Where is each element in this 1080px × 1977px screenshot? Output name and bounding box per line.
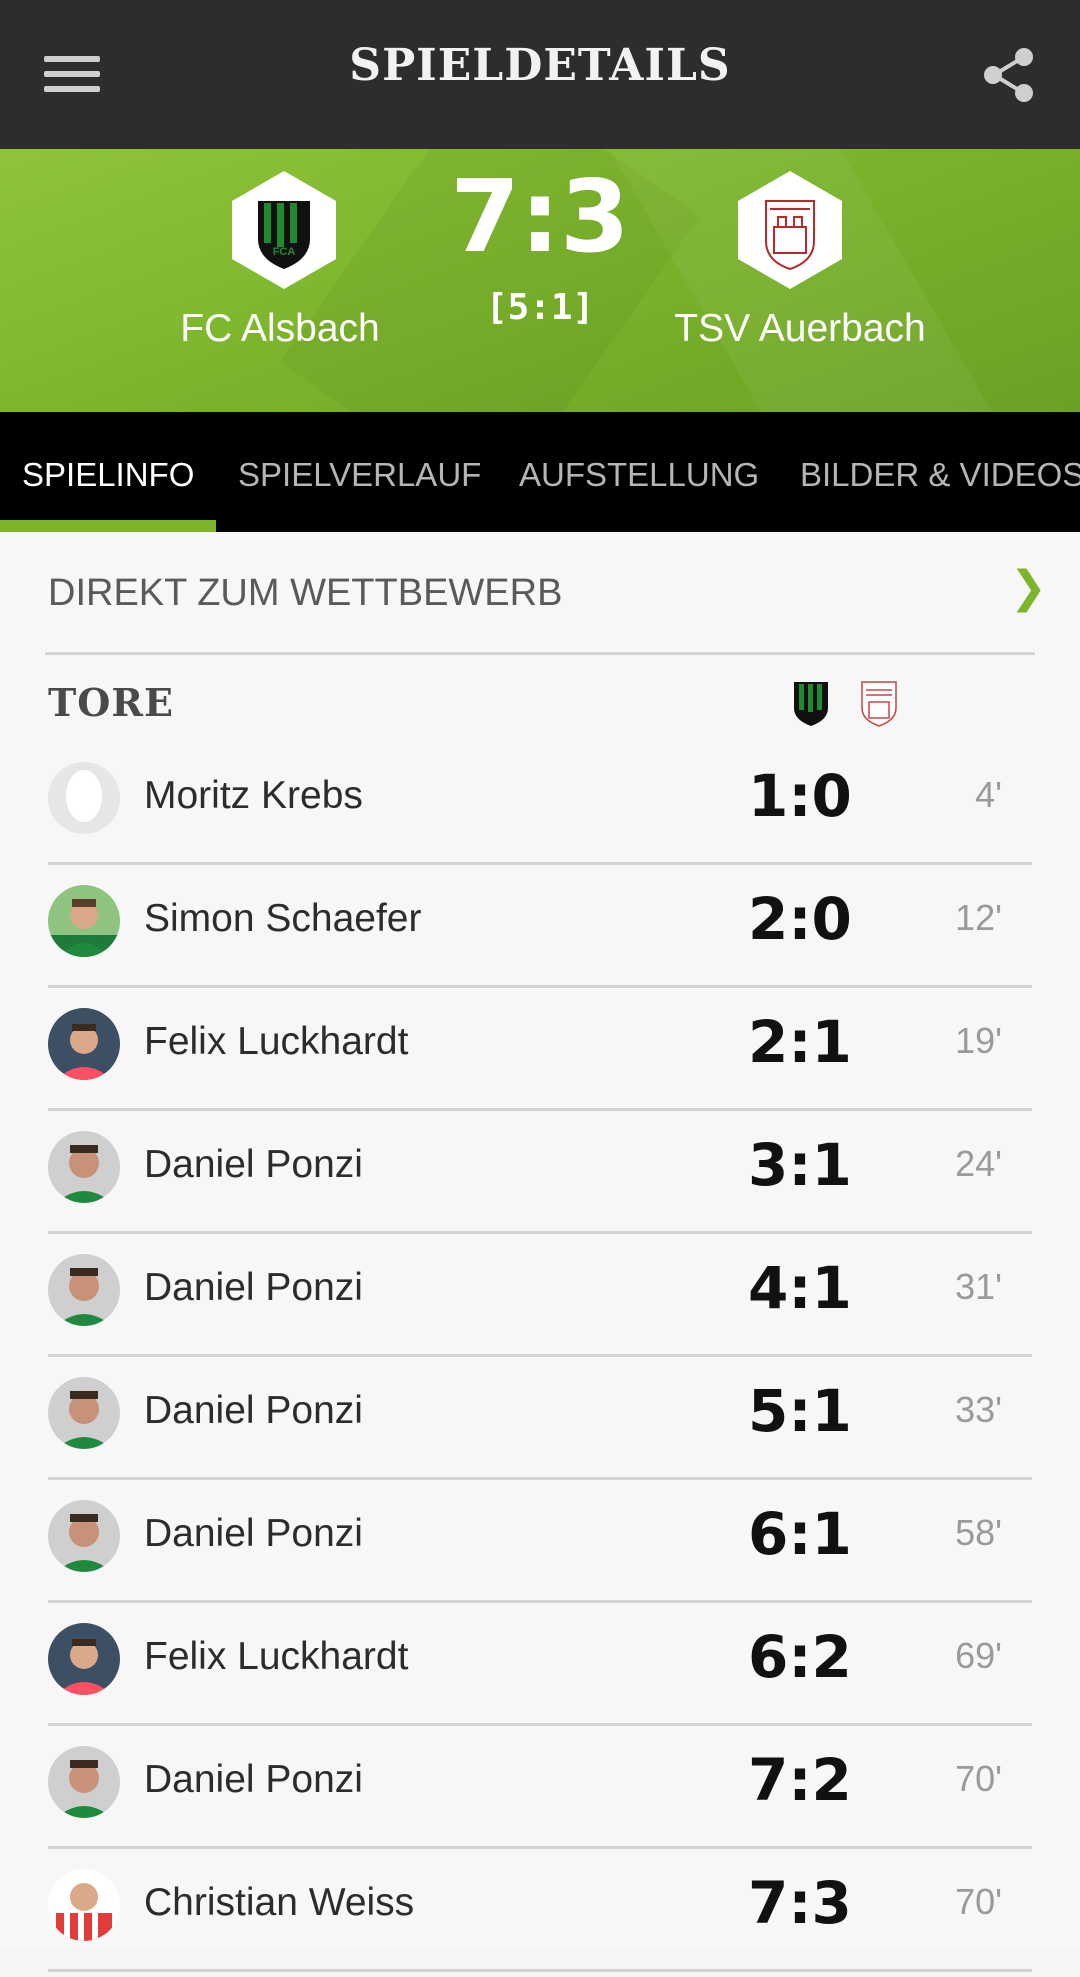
goal-row[interactable]: Daniel Ponzi 4:1 31' (48, 1242, 1032, 1362)
active-tab-indicator (0, 520, 216, 532)
goal-minute: 24' (955, 1143, 1002, 1184)
goal-minute: 70' (955, 1758, 1002, 1799)
goal-row[interactable]: Daniel Ponzi 6:1 58' (48, 1488, 1032, 1608)
divider (48, 1231, 1032, 1234)
goal-row[interactable]: Simon Schaefer 2:0 12' (48, 873, 1032, 993)
goal-minute: 69' (955, 1635, 1002, 1676)
goal-minute: 70' (955, 1881, 1002, 1922)
goal-row[interactable]: Daniel Ponzi 5:1 33' (48, 1365, 1032, 1485)
divider (45, 652, 1035, 655)
goal-minute: 12' (955, 897, 1002, 938)
chevron-right-icon[interactable]: ❯ (1010, 562, 1047, 613)
divider (48, 985, 1032, 988)
goal-scorer-name: Moritz Krebs (144, 774, 363, 817)
player-avatar (48, 1254, 120, 1326)
app-bar: SPIELDETAILS (0, 0, 1080, 149)
match-header: FCA FC Alsbach 7:3 [5:1] TSV Auerbach (0, 149, 1080, 412)
player-avatar (48, 1377, 120, 1449)
goal-scorer-name: Felix Luckhardt (144, 1020, 409, 1063)
away-team-name[interactable]: TSV Auerbach (640, 307, 960, 351)
divider (48, 1477, 1032, 1480)
divider (48, 1969, 1032, 1972)
goal-row[interactable]: Felix Luckhardt 2:1 19' (48, 996, 1032, 1116)
player-avatar (48, 1131, 120, 1203)
goal-row[interactable]: Christian Weiss 7:3 70' (48, 1857, 1032, 1977)
tab-spielverlauf[interactable]: SPIELVERLAUF (238, 456, 481, 494)
goal-scorer-name: Christian Weiss (144, 1881, 415, 1924)
player-avatar (48, 762, 120, 834)
share-icon[interactable] (980, 46, 1038, 104)
player-avatar (48, 1500, 120, 1572)
competition-link[interactable]: DIREKT ZUM WETTBEWERB (48, 572, 562, 615)
match-info-content: DIREKT ZUM WETTBEWERB ❯ TORE Moritz Kreb… (0, 532, 1080, 1972)
goal-scorer-name: Daniel Ponzi (144, 1758, 363, 1801)
goal-minute: 31' (955, 1266, 1002, 1307)
player-avatar (48, 1623, 120, 1695)
divider (48, 1354, 1032, 1357)
divider (48, 1108, 1032, 1111)
tab-bilder-videos[interactable]: BILDER & VIDEOS (800, 456, 1080, 494)
goal-minute: 58' (955, 1512, 1002, 1553)
divider (48, 1846, 1032, 1849)
goal-scorer-name: Daniel Ponzi (144, 1389, 363, 1432)
goal-minute: 33' (955, 1389, 1002, 1430)
tab-bar: SPIELINFO SPIELVERLAUF AUFSTELLUNG BILDE… (0, 412, 1080, 532)
home-team-mini-crest-icon (790, 680, 832, 728)
page-title: SPIELDETAILS (349, 40, 731, 91)
home-crest-text: FCA (273, 246, 296, 258)
tab-spielinfo[interactable]: SPIELINFO (22, 456, 194, 494)
player-avatar (48, 1869, 120, 1941)
divider (48, 1723, 1032, 1726)
home-team-crest-icon[interactable]: FCA (228, 169, 340, 291)
goal-scorer-name: Daniel Ponzi (144, 1143, 363, 1186)
goal-scorer-name: Simon Schaefer (144, 897, 422, 940)
divider (48, 862, 1032, 865)
home-team-name[interactable]: FC Alsbach (120, 307, 440, 351)
goal-scorer-name: Felix Luckhardt (144, 1635, 409, 1678)
goal-minute: 4' (975, 774, 1002, 815)
goal-row[interactable]: Moritz Krebs 1:0 4' (48, 750, 1032, 870)
tab-aufstellung[interactable]: AUFSTELLUNG (519, 456, 759, 494)
goal-row[interactable]: Daniel Ponzi 7:2 70' (48, 1734, 1032, 1854)
away-team-crest-icon[interactable] (734, 169, 846, 291)
goal-row[interactable]: Felix Luckhardt 6:2 69' (48, 1611, 1032, 1731)
away-team-mini-crest-icon (858, 680, 900, 728)
goals-section-title: TORE (48, 680, 174, 725)
goal-scorer-name: Daniel Ponzi (144, 1512, 363, 1555)
divider (48, 1600, 1032, 1603)
player-avatar (48, 885, 120, 957)
final-score: 7:3 (450, 158, 630, 275)
halftime-score: [5:1] (485, 287, 595, 328)
goal-scorer-name: Daniel Ponzi (144, 1266, 363, 1309)
goal-row[interactable]: Daniel Ponzi 3:1 24' (48, 1119, 1032, 1239)
goal-minute: 19' (955, 1020, 1002, 1061)
player-avatar (48, 1008, 120, 1080)
player-avatar (48, 1746, 120, 1818)
